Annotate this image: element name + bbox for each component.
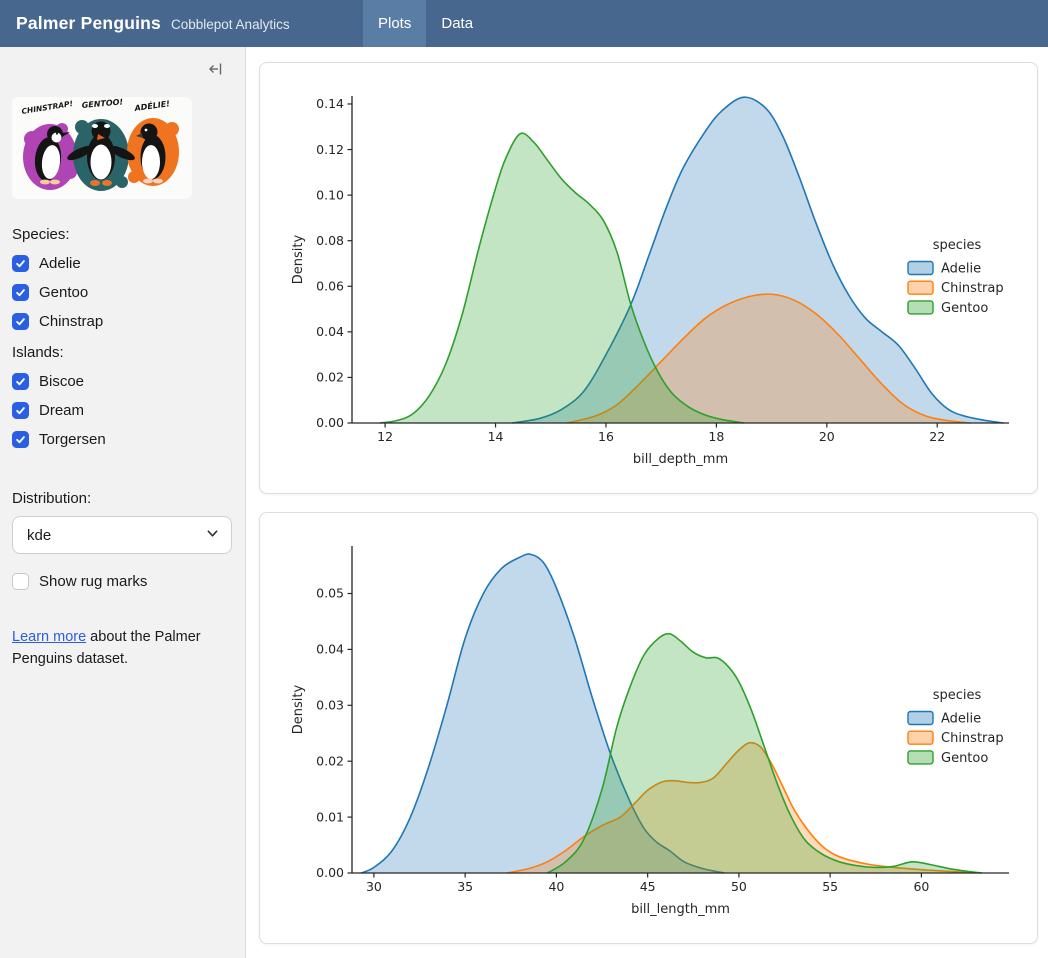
chevron-down-icon xyxy=(206,527,219,544)
svg-text:0.00: 0.00 xyxy=(316,865,344,880)
checkbox-row-dream[interactable]: Dream xyxy=(12,402,233,419)
bill-length-density-plot: 30 35 40 45 50 55 60 0.00 0.01 0.02 0.03 0.04 0.05 bi… xyxy=(268,521,1029,935)
penguins-artwork: CHINSTRAP! GENTOO! ADÉLIE! xyxy=(12,97,192,199)
svg-text:12: 12 xyxy=(377,429,393,444)
svg-text:45: 45 xyxy=(640,879,656,894)
learn-more-link[interactable]: Learn more xyxy=(12,629,86,645)
app-subtitle: Cobblepot Analytics xyxy=(171,17,290,32)
sidebar: CHINSTRAP! GENTOO! ADÉLIE! Species: Adel… xyxy=(0,47,246,958)
checkbox-label-torgersen: Torgersen xyxy=(39,431,106,448)
species-section-label: Species: xyxy=(12,226,233,243)
bill-depth-density-plot: 12 14 16 18 20 22 0.00 0.02 0.04 0.06 0.08 0.10 0.12… xyxy=(268,71,1029,485)
svg-text:0.00: 0.00 xyxy=(316,415,344,430)
checkbox-label-adelie: Adelie xyxy=(39,255,81,272)
svg-text:species: species xyxy=(933,688,982,703)
svg-text:0.02: 0.02 xyxy=(316,370,344,385)
nav-tabs: Plots Data xyxy=(363,0,488,47)
checkbox-dream[interactable] xyxy=(12,402,29,419)
checkbox-label-chinstrap: Chinstrap xyxy=(39,313,103,330)
app-title: Palmer Penguins xyxy=(16,13,161,34)
checkbox-row-rug[interactable]: Show rug marks xyxy=(12,573,233,590)
svg-text:0.01: 0.01 xyxy=(316,809,344,824)
checkbox-chinstrap[interactable] xyxy=(12,313,29,330)
svg-text:0.04: 0.04 xyxy=(316,324,344,339)
main-content: 12 14 16 18 20 22 0.00 0.02 0.04 0.06 0.08 0.10 0.12… xyxy=(246,47,1048,958)
svg-text:Chinstrap: Chinstrap xyxy=(941,281,1004,296)
checkbox-label-rug: Show rug marks xyxy=(39,573,147,590)
svg-text:Density: Density xyxy=(291,684,306,734)
checkbox-torgersen[interactable] xyxy=(12,431,29,448)
svg-text:0.08: 0.08 xyxy=(316,233,344,248)
svg-text:40: 40 xyxy=(548,879,564,894)
learn-more-paragraph: Learn more about the Palmer Penguins dat… xyxy=(12,626,224,671)
tab-data[interactable]: Data xyxy=(426,0,488,47)
svg-text:20: 20 xyxy=(819,429,835,444)
checkbox-label-dream: Dream xyxy=(39,402,84,419)
checkbox-label-gentoo: Gentoo xyxy=(39,284,88,301)
svg-text:22: 22 xyxy=(929,429,945,444)
svg-text:0.12: 0.12 xyxy=(316,142,344,157)
checkbox-rug[interactable] xyxy=(12,573,29,590)
svg-text:0.10: 0.10 xyxy=(316,187,344,202)
svg-text:species: species xyxy=(933,238,982,253)
checkbox-gentoo[interactable] xyxy=(12,284,29,301)
checkbox-row-gentoo[interactable]: Gentoo xyxy=(12,284,233,301)
svg-text:60: 60 xyxy=(913,879,929,894)
navbar: Palmer Penguins Cobblepot Analytics Plot… xyxy=(0,0,1048,47)
tab-plots[interactable]: Plots xyxy=(363,0,426,47)
bill-length-plot-card: 30 35 40 45 50 55 60 0.00 0.01 0.02 0.03 0.04 0.05 bi… xyxy=(259,512,1038,944)
distribution-selected-value: kde xyxy=(27,527,51,544)
svg-text:18: 18 xyxy=(708,429,724,444)
distribution-select[interactable]: kde xyxy=(12,516,232,554)
checkbox-row-torgersen[interactable]: Torgersen xyxy=(12,431,233,448)
svg-text:0.03: 0.03 xyxy=(316,698,344,713)
checkbox-biscoe[interactable] xyxy=(12,373,29,390)
distribution-label: Distribution: xyxy=(12,490,233,507)
svg-text:0.06: 0.06 xyxy=(316,278,344,293)
svg-text:Chinstrap: Chinstrap xyxy=(941,731,1004,746)
svg-text:0.05: 0.05 xyxy=(316,586,344,601)
svg-text:Gentoo: Gentoo xyxy=(941,751,988,766)
svg-text:Gentoo: Gentoo xyxy=(941,301,988,316)
app-brand: Palmer Penguins Cobblepot Analytics xyxy=(0,13,363,34)
svg-text:bill_length_mm: bill_length_mm xyxy=(631,902,730,917)
svg-text:14: 14 xyxy=(488,429,504,444)
svg-text:0.04: 0.04 xyxy=(316,642,344,657)
sidebar-collapse-icon[interactable] xyxy=(207,61,223,83)
checkbox-label-biscoe: Biscoe xyxy=(39,373,84,390)
svg-text:0.02: 0.02 xyxy=(316,753,344,768)
svg-text:bill_depth_mm: bill_depth_mm xyxy=(633,452,728,467)
svg-text:Adelie: Adelie xyxy=(941,712,981,727)
svg-text:50: 50 xyxy=(731,879,747,894)
svg-text:30: 30 xyxy=(366,879,382,894)
checkbox-adelie[interactable] xyxy=(12,255,29,272)
svg-text:Adelie: Adelie xyxy=(941,262,981,277)
svg-text:35: 35 xyxy=(457,879,473,894)
islands-section-label: Islands: xyxy=(12,344,233,361)
checkbox-row-adelie[interactable]: Adelie xyxy=(12,255,233,272)
checkbox-row-biscoe[interactable]: Biscoe xyxy=(12,373,233,390)
checkbox-row-chinstrap[interactable]: Chinstrap xyxy=(12,313,233,330)
svg-text:0.14: 0.14 xyxy=(316,96,344,111)
bill-depth-plot-card: 12 14 16 18 20 22 0.00 0.02 0.04 0.06 0.08 0.10 0.12… xyxy=(259,62,1038,494)
svg-text:55: 55 xyxy=(822,879,838,894)
svg-text:Density: Density xyxy=(291,234,306,284)
svg-text:16: 16 xyxy=(598,429,614,444)
